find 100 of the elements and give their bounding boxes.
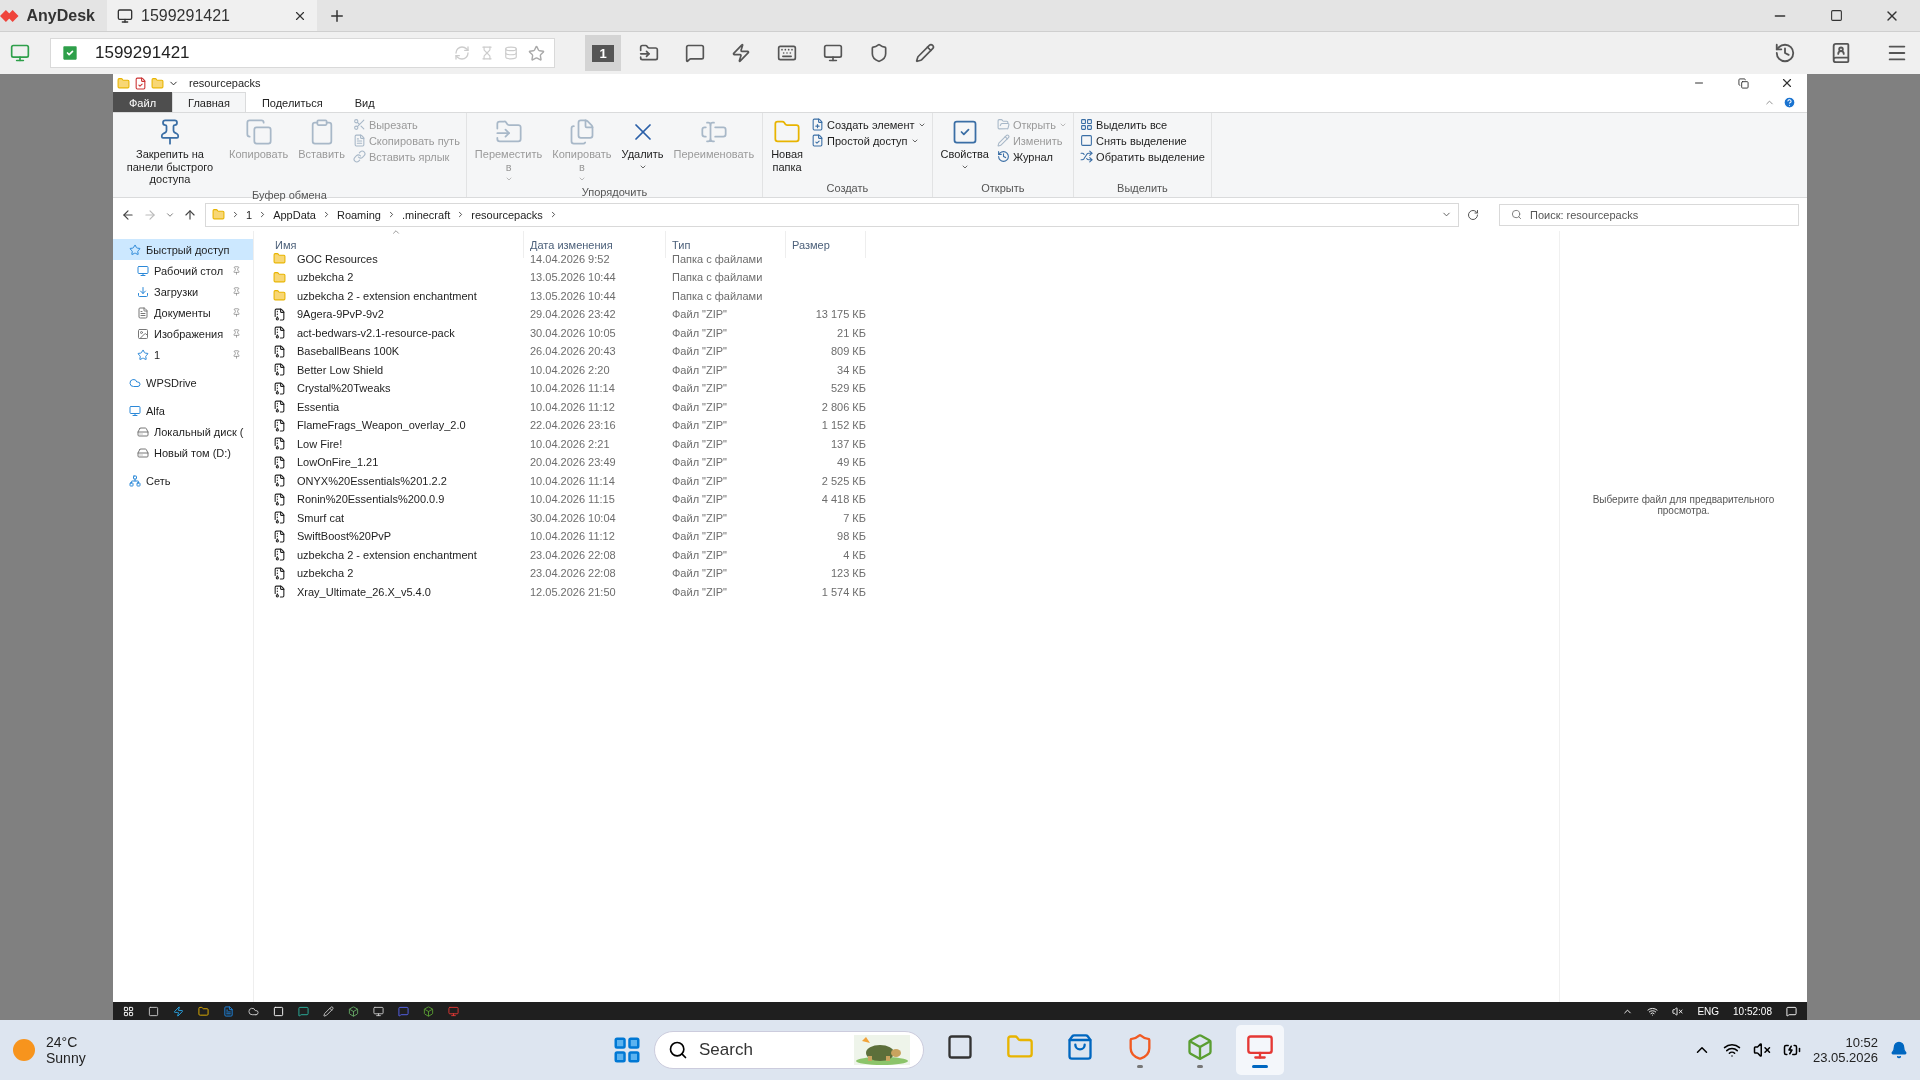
- sidebar-item[interactable]: Рабочий стол: [113, 260, 253, 281]
- app-icon[interactable]: [348, 1005, 359, 1017]
- breadcrumb[interactable]: AppData: [273, 208, 316, 221]
- start-icon[interactable]: [612, 1035, 642, 1065]
- volume-icon[interactable]: [1672, 1005, 1684, 1017]
- maximize-icon[interactable]: [1829, 9, 1843, 22]
- breadcrumb[interactable]: resourcepacks: [471, 208, 543, 221]
- terminal-icon[interactable]: [373, 1005, 384, 1017]
- ribbon-button[interactable]: Обратить выделение: [1078, 150, 1207, 163]
- remote-desktop-icon[interactable]: [448, 1005, 459, 1017]
- close-icon[interactable]: [1780, 76, 1794, 90]
- ribbon-button[interactable]: Снять выделение: [1078, 134, 1207, 147]
- breadcrumb[interactable]: 1: [246, 208, 253, 221]
- file-name-cell[interactable]: Better Low Shield: [269, 363, 524, 377]
- refresh-icon[interactable]: [1467, 208, 1479, 221]
- folder-icon[interactable]: [198, 1005, 209, 1017]
- ribbon-group-label: Выделить: [1116, 182, 1169, 196]
- lightning-icon[interactable]: [731, 43, 751, 63]
- wifi-icon[interactable]: [1722, 1041, 1741, 1059]
- app-icon[interactable]: [248, 1005, 259, 1017]
- language-indicator[interactable]: ENG: [1697, 1005, 1720, 1017]
- file-name-cell[interactable]: FlameFrags_Weapon_overlay_2.0: [269, 418, 524, 432]
- ribbon-tab[interactable]: Файл: [113, 92, 173, 112]
- start-icon[interactable]: [123, 1005, 134, 1017]
- file-name-cell[interactable]: uzbekcha 2 - extension enchantment: [269, 289, 524, 303]
- history-icon[interactable]: [1774, 42, 1796, 64]
- ribbon-tab[interactable]: Главная: [172, 92, 246, 112]
- file-name-cell[interactable]: Ronin%20Essentials%200.0.9: [269, 492, 524, 506]
- file-name-cell[interactable]: uzbekcha 2: [269, 566, 524, 580]
- wifi-icon[interactable]: [1647, 1005, 1659, 1017]
- search-field[interactable]: Поиск: resourcepacks: [1499, 203, 1799, 226]
- shield-icon[interactable]: [869, 43, 889, 63]
- file-name-cell[interactable]: uzbekcha 2 - extension enchantment: [269, 548, 524, 562]
- ribbon-button[interactable]: Новая папка: [767, 115, 807, 182]
- file-name-cell[interactable]: ONYX%20Essentials%201.2.2: [269, 474, 524, 488]
- address-field[interactable]: 1599291421: [50, 38, 555, 68]
- back-icon[interactable]: [121, 207, 135, 222]
- restore-icon[interactable]: [1737, 77, 1749, 89]
- cube-icon[interactable]: [423, 1005, 434, 1017]
- connection-icon[interactable]: [10, 43, 30, 63]
- sidebar-item[interactable]: Документы: [113, 302, 253, 323]
- column-header[interactable]: Размер: [786, 231, 866, 258]
- properties-icon[interactable]: [134, 76, 147, 90]
- file-name-cell[interactable]: Smurf cat: [269, 511, 524, 525]
- mute-icon[interactable]: [1752, 1041, 1771, 1059]
- code-editor-icon[interactable]: [223, 1005, 234, 1017]
- up-icon[interactable]: [183, 207, 197, 222]
- file-name-cell[interactable]: Essentia: [269, 400, 524, 414]
- file-name-cell[interactable]: Crystal%20Tweaks: [269, 381, 524, 395]
- sidebar-item[interactable]: WPSDrive: [113, 372, 253, 393]
- sidebar-item[interactable]: Новый том (D:): [113, 442, 253, 463]
- date-cell-text: 30.04.2026 10:04: [529, 511, 617, 524]
- file-name-cell[interactable]: act-bedwars-v2.1-resource-pack: [269, 326, 524, 340]
- type-cell-text: Папка с файлами: [671, 289, 764, 302]
- star-icon[interactable]: [528, 44, 545, 62]
- ribbon-button[interactable]: Журнал: [994, 150, 1070, 163]
- sidebar-item[interactable]: Локальный диск (: [113, 421, 253, 442]
- address-book-icon[interactable]: [1830, 42, 1852, 64]
- pen-icon[interactable]: [915, 43, 935, 63]
- sidebar-item[interactable]: Быстрый доступ: [113, 239, 253, 260]
- network-icon: [129, 474, 141, 487]
- address-bar[interactable]: 1 AppData Roaming .minecraft resourcepacks: [205, 202, 1459, 227]
- file-name-cell[interactable]: BaseballBeans 100K: [269, 344, 524, 358]
- keyboard-icon[interactable]: [777, 43, 797, 63]
- task-view-icon[interactable]: [148, 1005, 159, 1017]
- file-name-cell[interactable]: Xray_Ultimate_26.X_v5.4.0: [269, 585, 524, 599]
- session-tab[interactable]: 1599291421: [107, 0, 317, 31]
- file-name-cell[interactable]: Low Fire!: [269, 437, 524, 451]
- ribbon-button[interactable]: Удалить: [617, 115, 668, 187]
- file-transfer-icon[interactable]: [639, 43, 659, 63]
- monitor-button[interactable]: 1: [585, 35, 621, 71]
- file-name-cell[interactable]: 9Agera-9PvP-9v2: [269, 307, 524, 321]
- app-icon[interactable]: [323, 1005, 334, 1017]
- clock[interactable]: 10:52:08: [1733, 1005, 1772, 1017]
- sidebar-item[interactable]: Изображения: [113, 323, 253, 344]
- telegram-icon[interactable]: [173, 1005, 184, 1017]
- chat-icon[interactable]: [685, 43, 705, 63]
- ribbon-button[interactable]: Свойства: [936, 115, 993, 182]
- sidebar-item[interactable]: Alfa: [113, 400, 253, 421]
- sidebar-item[interactable]: Загрузки: [113, 281, 253, 302]
- file-name-cell[interactable]: LowOnFire_1.21: [269, 455, 524, 469]
- ribbon-button[interactable]: Закрепить на панели быстрого доступа: [117, 115, 223, 189]
- discord-icon[interactable]: [398, 1005, 409, 1017]
- breadcrumb[interactable]: Roaming: [336, 208, 381, 221]
- ribbon-button[interactable]: Простой доступ: [809, 134, 928, 147]
- file-name-cell[interactable]: uzbekcha 2: [269, 270, 524, 284]
- ribbon-button[interactable]: Создать элемент: [809, 118, 928, 131]
- ribbon-button[interactable]: Выделить все: [1078, 118, 1207, 131]
- app-icon[interactable]: [298, 1005, 309, 1017]
- sidebar-item[interactable]: 1: [113, 344, 253, 365]
- file-name-cell[interactable]: SwiftBoost%20PvP: [269, 529, 524, 543]
- display-icon[interactable]: [823, 43, 843, 63]
- date-cell-text: 10.04.2026 11:14: [529, 382, 616, 395]
- sidebar-item[interactable]: Сеть: [113, 470, 253, 491]
- temperature: 24°C: [46, 1034, 79, 1050]
- help-icon[interactable]: [1782, 95, 1796, 109]
- notification-icon[interactable]: [1786, 1005, 1797, 1017]
- breadcrumb[interactable]: .minecraft: [401, 208, 451, 221]
- document-icon: [352, 134, 366, 147]
- clock[interactable]: 10:52 23.05.2026: [1812, 1035, 1878, 1065]
